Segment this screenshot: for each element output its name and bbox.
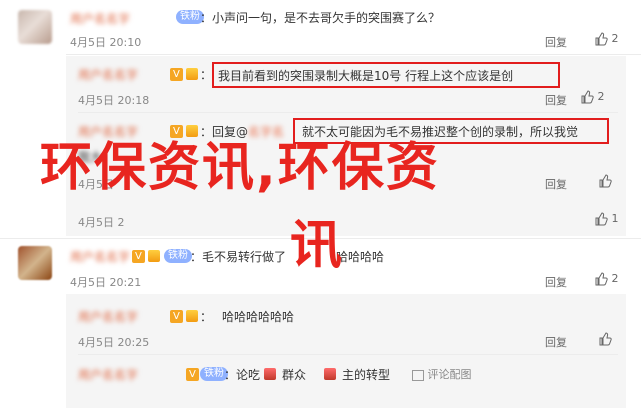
like-button[interactable] — [598, 332, 612, 346]
comment-time: 4月5日 20:25 — [78, 336, 150, 349]
thumb-up-icon — [594, 32, 608, 46]
vip-badge: V — [170, 125, 183, 138]
fan-badge: 铁粉 — [164, 249, 192, 263]
avatar[interactable] — [18, 246, 52, 280]
comment-text: ：小声问一句，是不去哥欠手的突围赛了么？ — [200, 11, 441, 25]
comment-time: 4月5日 20:18 — [78, 94, 150, 107]
comment-text: 我目前看到的突围录制大概是10号 行程上这个应该是创 — [218, 69, 514, 83]
emoji-icon — [186, 68, 198, 80]
comment-text: ： — [200, 68, 213, 82]
reply-button[interactable]: 回复 — [545, 334, 567, 350]
username[interactable]: 用户名名字 — [78, 366, 138, 383]
watermelon-emoji-icon — [324, 368, 336, 380]
divider — [66, 54, 641, 55]
thumb-up-icon — [580, 90, 594, 104]
avatar[interactable] — [18, 10, 52, 44]
emoji-icon — [148, 250, 160, 262]
emoji-icon — [186, 125, 198, 137]
comment-text: 哈哈哈哈 — [336, 250, 385, 264]
vip-badge: V — [170, 68, 183, 81]
reply-button[interactable]: 回复 — [545, 274, 567, 290]
comment-text: 群众 — [282, 368, 307, 382]
image-icon — [412, 369, 424, 381]
like-button[interactable] — [598, 174, 612, 188]
reply-thread — [66, 294, 626, 408]
thumb-up-icon — [594, 272, 608, 286]
username[interactable]: 用户名名字 — [78, 66, 138, 83]
watermark-title: 讯 — [290, 216, 343, 276]
like-button[interactable]: 1 — [594, 212, 619, 226]
like-button[interactable]: 2 — [594, 32, 619, 46]
vip-badge: V — [170, 310, 183, 323]
comment-text: ： — [200, 310, 213, 324]
reply-button[interactable]: 回复 — [545, 176, 567, 192]
vip-badge: V — [186, 368, 199, 381]
reply-thread — [66, 206, 626, 236]
username[interactable]: 用户名名字 — [70, 10, 130, 27]
reply-button[interactable]: 回复 — [545, 92, 567, 108]
comment-text: ：论吃 — [224, 368, 261, 382]
vip-badge: V — [132, 250, 145, 263]
like-button[interactable]: 2 — [594, 272, 619, 286]
watermelon-emoji-icon — [264, 368, 276, 380]
watermark-title: 环保资讯,环保资 — [40, 138, 440, 198]
comment-text: 哈哈哈哈哈哈 — [222, 310, 295, 324]
like-button[interactable]: 2 — [580, 90, 605, 104]
thumb-up-icon — [598, 174, 612, 188]
comment-time: 4月5日 2 — [78, 216, 125, 229]
divider — [78, 354, 618, 355]
reply-button[interactable]: 回复 — [545, 34, 567, 50]
comment-time: 4月5日 20:10 — [70, 36, 142, 49]
divider — [78, 112, 618, 113]
username[interactable]: 用户名名字 — [78, 308, 138, 325]
comment-text: ：毛不易转行做了 — [190, 250, 287, 264]
thumb-up-icon — [598, 332, 612, 346]
comment-time: 4月5日 20:21 — [70, 276, 142, 289]
comment-text: 主的转型 — [342, 368, 391, 382]
image-comment-button[interactable]: 评论配图 — [412, 366, 472, 382]
username[interactable]: 用户名名字 — [70, 248, 130, 265]
emoji-icon — [186, 310, 198, 322]
thumb-up-icon — [594, 212, 608, 226]
